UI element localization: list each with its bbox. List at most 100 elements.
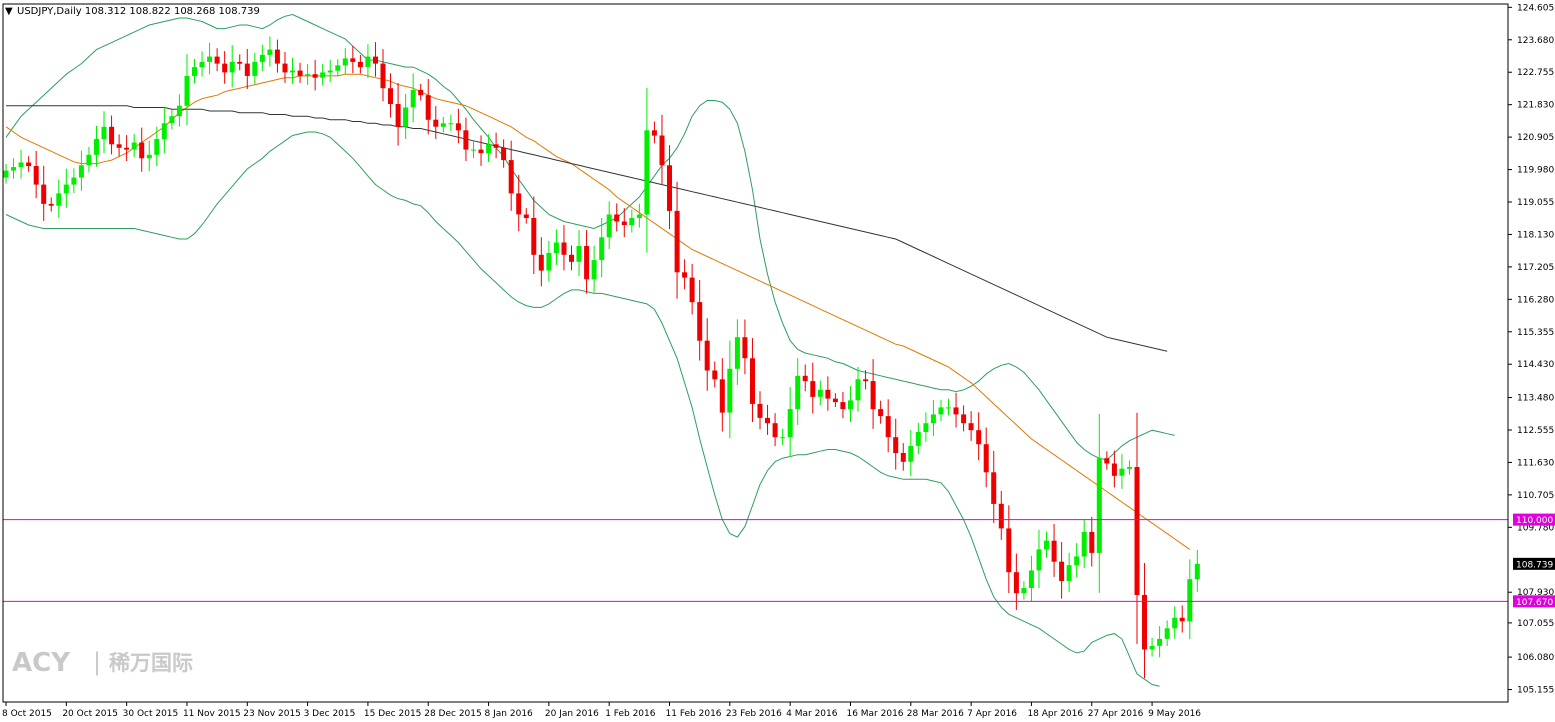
candle — [146, 140, 152, 172]
candle-body — [561, 242, 567, 255]
candle-body — [938, 407, 944, 415]
candle-body — [154, 139, 160, 155]
candle — [750, 338, 755, 422]
x-tick-label: 7 Apr 2016 — [967, 709, 1017, 719]
candle-body — [795, 375, 801, 410]
y-tick-label: 122.755 — [1517, 68, 1554, 78]
candle — [923, 412, 929, 442]
watermark-chinese: 稀万国际 — [109, 651, 193, 675]
candle-body — [765, 417, 770, 424]
candle-body — [33, 166, 39, 185]
y-tick-label: 115.355 — [1517, 328, 1554, 338]
candle-body — [237, 61, 243, 64]
candle — [1111, 450, 1117, 488]
bollinger-upper-line — [5, 13, 1175, 461]
candle — [380, 49, 386, 102]
candle-body — [1179, 617, 1185, 622]
candle — [18, 149, 24, 179]
candle-body — [908, 445, 914, 462]
candle — [998, 491, 1004, 540]
candle-body — [840, 402, 846, 410]
candle — [41, 165, 47, 221]
x-tick-label: 23 Nov 2015 — [243, 709, 301, 719]
candle-body — [18, 162, 24, 168]
candle-body — [885, 416, 891, 438]
candle-body — [124, 147, 130, 150]
candle-body — [802, 375, 808, 382]
candle-body — [1134, 467, 1140, 595]
candle-body — [757, 403, 763, 418]
candle-body — [63, 184, 69, 194]
candle-body — [1021, 588, 1027, 594]
candle-body — [433, 119, 439, 127]
candle — [493, 132, 499, 159]
candle-body — [697, 302, 703, 341]
candle — [297, 62, 303, 83]
candle-body — [342, 58, 348, 66]
candle-body — [1157, 638, 1163, 646]
watermark-separator: | — [93, 648, 101, 676]
candle-body — [900, 453, 906, 462]
candle-body — [1164, 628, 1170, 639]
candle — [644, 87, 650, 253]
candle-body — [870, 381, 876, 410]
candle-body — [621, 221, 627, 225]
y-tick-label: 119.980 — [1517, 166, 1554, 176]
candle — [320, 63, 326, 86]
candle — [697, 280, 703, 361]
candle — [1006, 505, 1012, 593]
candle-body — [1111, 463, 1117, 476]
candle-body — [1059, 561, 1065, 581]
candle-body — [320, 72, 326, 78]
price-chart[interactable]: 124.605 123.680 122.755 121.830 120.905 119.9… — [0, 0, 1555, 722]
x-tick-label: 8 Oct 2015 — [2, 709, 52, 719]
collapse-arrow-icon[interactable]: ▼ — [5, 6, 13, 17]
candle-body — [983, 444, 989, 473]
candle — [471, 140, 476, 159]
candle-body — [584, 246, 590, 280]
candle-body — [478, 149, 484, 154]
candle-body — [101, 126, 107, 140]
candle — [342, 48, 348, 75]
candle-body — [463, 130, 469, 150]
candle-body — [1028, 570, 1034, 588]
candle — [403, 93, 409, 139]
candle-body — [161, 123, 167, 140]
candle-body — [455, 123, 461, 131]
y-tick-label: 116.280 — [1517, 295, 1554, 305]
candle-body — [207, 56, 213, 62]
candle — [388, 73, 393, 118]
candle — [523, 208, 529, 224]
candle — [440, 116, 446, 133]
candle — [1096, 413, 1102, 593]
candle-body — [674, 210, 680, 273]
x-tick-label: 11 Nov 2015 — [183, 709, 241, 719]
candle-body — [734, 337, 740, 369]
watermark-brand: ACY — [12, 648, 71, 678]
candle — [169, 109, 175, 130]
candle — [395, 83, 401, 146]
candle-body — [78, 165, 84, 178]
x-tick-label: 9 May 2016 — [1148, 709, 1201, 719]
candle — [305, 64, 311, 85]
candle — [878, 400, 884, 424]
candle-body — [1187, 579, 1193, 622]
chart-header: USDJPY,Daily 108.312 108.822 108.268 108… — [17, 6, 260, 17]
candle-body — [546, 253, 552, 271]
candle — [33, 150, 39, 199]
candle-body — [606, 214, 612, 238]
candle-body — [689, 277, 695, 303]
candle — [199, 51, 205, 77]
candle — [56, 179, 62, 219]
watermark-logo: ACY | 稀万国际 — [12, 648, 193, 678]
candle — [335, 59, 341, 77]
candle-body — [991, 472, 997, 504]
candle — [1044, 531, 1049, 558]
candle — [968, 411, 974, 441]
x-tick-label: 1 Feb 2016 — [605, 709, 656, 719]
candle — [1021, 581, 1027, 600]
candle — [629, 209, 635, 233]
candle-body — [1142, 595, 1147, 650]
candle-body — [915, 431, 921, 446]
candle — [501, 139, 507, 168]
